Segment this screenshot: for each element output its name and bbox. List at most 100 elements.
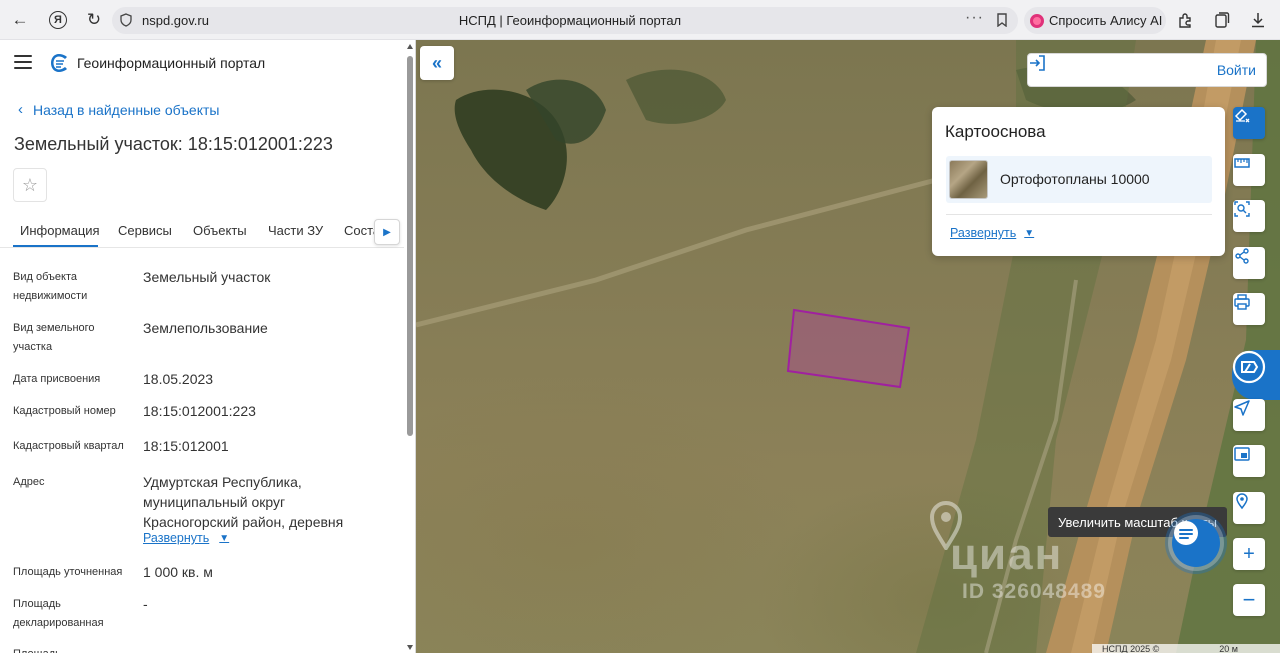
minimap-icon (1234, 447, 1250, 461)
basemap-layer-name: Ортофотопланы 10000 (1000, 171, 1150, 187)
layers-button[interactable] (1233, 107, 1265, 139)
reload-icon[interactable]: ↻ (82, 8, 106, 32)
basemap-thumbnail (949, 160, 988, 199)
property-value: - (143, 596, 148, 612)
area-search-icon (1234, 201, 1250, 217)
portal-name[interactable]: Геоинформационный портал (77, 55, 265, 71)
favorite-star-button[interactable]: ☆ (13, 168, 47, 202)
login-button[interactable]: Войти (1027, 53, 1267, 87)
active-tab-indicator (13, 245, 98, 247)
tabs-scroll-right-button[interactable]: ▶ (374, 219, 400, 245)
print-icon (1234, 294, 1250, 310)
property-label: Площадь декларированная (13, 598, 104, 629)
minus-icon: − (1242, 587, 1256, 612)
property-label: Вид земельного участка (13, 322, 95, 353)
property-label: Вид объекта недвижимости (13, 271, 88, 302)
watermark-id: ID 326048489 (962, 580, 1106, 603)
property-label: Дата присвоения (13, 373, 101, 385)
minimap-button[interactable] (1233, 445, 1265, 477)
object-title: Земельный участок: 18:15:012001:223 (14, 134, 333, 154)
ruler-icon (1234, 158, 1250, 168)
share-icon (1235, 248, 1249, 264)
map-view[interactable]: « Войти Картооснова Ортофотопланы 10000 … (416, 40, 1280, 653)
scale-label: 20 м (1219, 644, 1238, 653)
ask-alice-button[interactable]: Спросить Алису AI (1024, 7, 1166, 34)
basemap-panel: Картооснова Ортофотопланы 10000 Разверну… (932, 107, 1225, 256)
basemap-expand-label: Развернуть (950, 226, 1017, 240)
location-pin-icon (1236, 493, 1248, 510)
scroll-up-arrow-icon[interactable] (407, 44, 413, 49)
chat-bubble-icon (1174, 521, 1198, 545)
download-icon[interactable] (1248, 10, 1268, 30)
address-bar[interactable]: nspd.gov.ru НСПД | Геоинформационный пор… (112, 7, 1018, 34)
property-value: Удмуртская Республика, муниципальный окр… (143, 474, 344, 530)
area-search-button[interactable] (1233, 200, 1265, 232)
tab-services[interactable]: Сервисы (118, 223, 172, 238)
star-icon: ☆ (21, 174, 39, 195)
scroll-down-arrow-icon[interactable] (407, 645, 413, 650)
caret-right-icon: ▶ (383, 226, 391, 238)
browser-toolbar: ← Я ↻ nspd.gov.ru НСПД | Геоинформационн… (0, 0, 1280, 40)
collections-icon[interactable] (1212, 10, 1232, 30)
property-value: 18:15:012001:223 (143, 403, 256, 419)
property-value: Земельный участок (143, 269, 271, 285)
object-info-panel: Геоинформационный портал ‹ Назад в найде… (0, 40, 416, 653)
chevron-down-icon: ▼ (1024, 227, 1035, 239)
divider (946, 214, 1212, 215)
chat-button[interactable] (1172, 519, 1220, 567)
alice-icon (1030, 13, 1044, 28)
location-search-button[interactable] (1233, 492, 1265, 524)
attribution-text: НСПД 2025 © (1102, 644, 1160, 653)
basemap-layer-item[interactable]: Ортофотопланы 10000 (946, 156, 1212, 203)
property-label: Площадь уточненная (13, 566, 123, 578)
map-doc-icon (1232, 350, 1266, 384)
ruler-button[interactable] (1233, 154, 1265, 186)
print-button[interactable] (1233, 293, 1265, 325)
geolocation-button[interactable] (1233, 399, 1265, 431)
address-expand-link[interactable]: Развернуть ▼ (143, 531, 229, 545)
panel-scrollbar[interactable] (406, 44, 414, 650)
chevron-left-icon: ‹ (18, 101, 23, 118)
map-attribution: НСПД 2025 © 20 м (1092, 644, 1280, 653)
address-expand-label: Развернуть (143, 531, 210, 545)
scrollbar-thumb[interactable] (407, 56, 413, 436)
tab-objects[interactable]: Объекты (193, 223, 247, 238)
chevron-down-icon: ▼ (219, 532, 230, 544)
share-button[interactable] (1233, 247, 1265, 279)
tab-parts[interactable]: Части ЗУ (268, 223, 323, 238)
back-arrow-icon[interactable]: ← (8, 8, 32, 32)
layers-eraser-icon (1234, 108, 1250, 123)
yandex-icon[interactable]: Я (46, 8, 70, 32)
navigation-arrow-icon (1234, 400, 1250, 416)
portal-logo-icon (51, 54, 67, 72)
back-to-results-link[interactable]: ‹ Назад в найденные объекты (18, 101, 219, 118)
zoom-in-button[interactable]: + (1233, 538, 1265, 570)
property-label: Площадь (13, 645, 135, 653)
property-label: Кадастровый квартал (13, 440, 124, 452)
property-value: 1 000 кв. м (143, 564, 213, 580)
property-label: Адрес (13, 476, 45, 488)
property-label: Кадастровый номер (13, 405, 116, 417)
back-to-results-label: Назад в найденные объекты (33, 101, 220, 118)
side-panel-tab[interactable] (1232, 350, 1280, 400)
extensions-icon[interactable] (1176, 10, 1196, 30)
plus-icon: + (1243, 542, 1255, 565)
more-dots-icon[interactable]: ··· (965, 9, 984, 27)
menu-icon[interactable] (14, 55, 32, 69)
bookmark-icon[interactable] (996, 13, 1008, 27)
ask-alice-label: Спросить Алису AI (1049, 13, 1163, 28)
page-title: НСПД | Геоинформационный портал (458, 13, 682, 28)
property-value: 18.05.2023 (143, 371, 214, 387)
login-icon (1030, 55, 1045, 71)
tab-information[interactable]: Информация (20, 223, 100, 238)
property-value: Землепользование (143, 320, 268, 336)
info-tabs: Информация Сервисы Объекты Части ЗУ Сост… (0, 214, 404, 248)
double-chevron-left-icon: « (431, 52, 442, 73)
basemap-expand-link[interactable]: Развернуть ▼ (950, 226, 1034, 240)
property-value: 18:15:012001 (143, 438, 229, 454)
watermark-brand: циан (950, 530, 1064, 579)
basemap-title: Картооснова (945, 122, 1046, 141)
zoom-out-button[interactable]: − (1233, 584, 1265, 616)
login-label: Войти (1216, 62, 1256, 78)
collapse-panel-button[interactable]: « (420, 46, 454, 80)
